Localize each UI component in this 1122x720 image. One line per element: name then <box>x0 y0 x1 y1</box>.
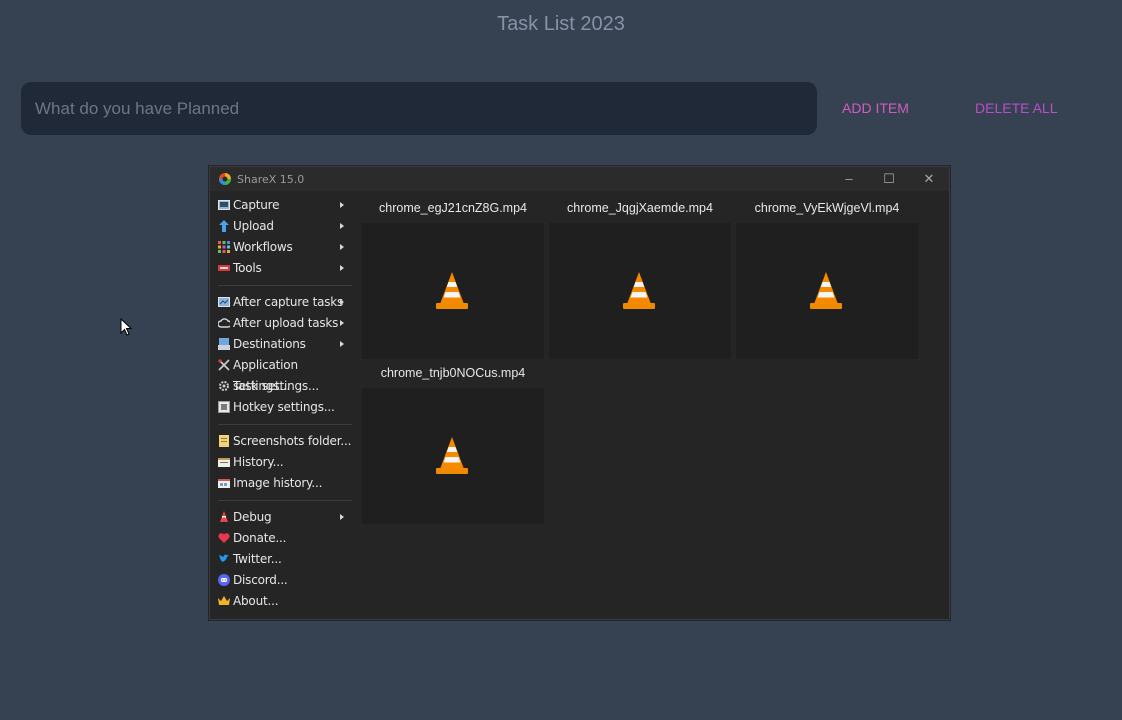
upload-icon <box>219 220 229 232</box>
menu-item-label: Hotkey settings... <box>233 400 335 414</box>
menu-item-workflows[interactable]: Workflows <box>210 237 358 258</box>
thumbnail-preview[interactable] <box>362 223 544 359</box>
vlc-cone-icon <box>623 272 655 309</box>
history-icon <box>218 458 230 467</box>
capture-icon <box>218 200 230 210</box>
submenu-arrow-icon <box>340 299 344 305</box>
menu-item-label: About... <box>233 594 279 608</box>
file-name: chrome_tnjb0NOCus.mp4 <box>380 366 526 380</box>
menu-item-label: Screenshots folder... <box>233 434 352 448</box>
menu-item-hotkey-settings[interactable]: Hotkey settings... <box>210 397 358 418</box>
thumbnail-preview[interactable] <box>362 388 544 524</box>
menu-item-about[interactable]: About... <box>210 591 358 612</box>
submenu-arrow-icon <box>340 223 344 229</box>
menu-item-label: Discord... <box>233 573 288 587</box>
menu-item-tools[interactable]: Tools <box>210 258 358 279</box>
folder-icon <box>219 435 229 447</box>
menu-item-label: Workflows <box>233 240 293 254</box>
menu-item-after-capture-tasks[interactable]: After capture tasks <box>210 292 358 313</box>
menu-item-label: Task settings... <box>233 379 319 393</box>
file-thumbnail[interactable]: chrome_VyEkWjgeVl.mp4 <box>736 197 918 359</box>
file-name: chrome_JqgjXaemde.mp4 <box>567 201 713 215</box>
minimize-button[interactable]: – <box>829 167 869 191</box>
menu-item-history[interactable]: History... <box>210 452 358 473</box>
menu-item-label: After capture tasks <box>233 295 344 309</box>
submenu-arrow-icon <box>340 265 344 271</box>
submenu-arrow-icon <box>340 244 344 250</box>
menu-item-task-settings[interactable]: Task settings... <box>210 376 358 397</box>
after-capture-icon <box>218 297 230 307</box>
menu-item-label: Debug <box>233 510 272 524</box>
file-thumbnail[interactable]: chrome_tnjb0NOCus.mp4 <box>362 362 544 524</box>
vlc-cone-icon <box>810 272 842 309</box>
tools-icon <box>218 265 230 271</box>
thumbnail-preview[interactable] <box>549 223 731 359</box>
menu-item-destinations[interactable]: Destinations <box>210 334 358 355</box>
mouse-cursor-icon <box>120 318 132 336</box>
delete-all-button[interactable]: DELETE ALL <box>975 100 1058 116</box>
sharex-window: ShareX 15.0 – ☐ ✕ Capture Upload Workflo… <box>209 166 950 620</box>
thumbnail-preview[interactable] <box>736 223 918 359</box>
twitter-icon <box>219 554 229 563</box>
file-name: chrome_egJ21cnZ8G.mp4 <box>379 201 527 215</box>
workflows-icon <box>218 241 230 253</box>
close-button[interactable]: ✕ <box>909 167 949 191</box>
sharex-titlebar[interactable]: ShareX 15.0 – ☐ ✕ <box>210 167 949 191</box>
debug-icon <box>220 511 228 522</box>
menu-item-label: After upload tasks <box>233 316 339 330</box>
menu-item-label: Capture <box>233 198 280 212</box>
menu-item-label: History... <box>233 455 284 469</box>
crown-icon <box>218 596 230 605</box>
hotkey-settings-icon <box>218 401 230 413</box>
file-thumbnail[interactable]: chrome_JqgjXaemde.mp4 <box>549 197 731 359</box>
submenu-arrow-icon <box>340 320 344 326</box>
menu-separator <box>210 494 358 507</box>
file-thumbnail[interactable]: chrome_egJ21cnZ8G.mp4 <box>362 197 544 359</box>
discord-icon <box>218 574 230 586</box>
sharex-main-menu: Capture Upload Workflows Tools After cap… <box>210 195 358 612</box>
menu-item-twitter[interactable]: Twitter... <box>210 549 358 570</box>
task-input[interactable] <box>21 82 817 135</box>
menu-item-upload[interactable]: Upload <box>210 216 358 237</box>
menu-item-label: Destinations <box>233 337 306 351</box>
submenu-arrow-icon <box>340 514 344 520</box>
file-name: chrome_VyEkWjgeVl.mp4 <box>754 201 900 215</box>
maximize-button[interactable]: ☐ <box>869 167 909 191</box>
menu-item-application-settings[interactable]: Application settings... <box>210 355 358 393</box>
sharex-logo-icon <box>219 173 231 185</box>
menu-separator <box>210 279 358 292</box>
menu-item-label: Tools <box>233 261 262 275</box>
add-item-button[interactable]: ADD ITEM <box>842 100 909 116</box>
submenu-arrow-icon <box>340 341 344 347</box>
menu-item-after-upload-tasks[interactable]: After upload tasks <box>210 313 358 334</box>
vlc-cone-icon <box>436 437 468 474</box>
menu-item-capture[interactable]: Capture <box>210 195 358 216</box>
menu-item-label: Image history... <box>233 476 323 490</box>
page-title: Task List 2023 <box>497 13 625 35</box>
after-upload-icon <box>218 318 230 328</box>
menu-item-label: Twitter... <box>233 552 282 566</box>
heart-icon <box>218 533 230 543</box>
submenu-arrow-icon <box>340 202 344 208</box>
menu-item-label: Donate... <box>233 531 287 545</box>
image-history-icon <box>218 479 230 488</box>
menu-item-label: Upload <box>233 219 274 233</box>
menu-item-discord[interactable]: Discord... <box>210 570 358 591</box>
destinations-icon <box>218 338 230 350</box>
task-settings-icon <box>219 381 229 391</box>
menu-item-donate[interactable]: Donate... <box>210 528 358 549</box>
menu-item-screenshots-folder[interactable]: Screenshots folder... <box>210 431 358 452</box>
menu-separator <box>210 418 358 431</box>
app-settings-icon <box>218 359 230 371</box>
sharex-title: ShareX 15.0 <box>237 173 305 186</box>
menu-item-image-history[interactable]: Image history... <box>210 473 358 494</box>
menu-item-debug[interactable]: Debug <box>210 507 358 528</box>
vlc-cone-icon <box>436 272 468 309</box>
